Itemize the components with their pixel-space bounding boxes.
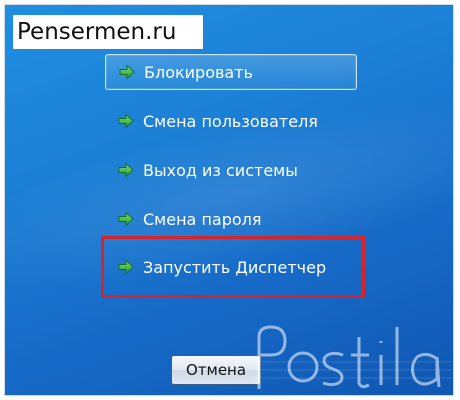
option-change-password-label: Смена пароля <box>143 209 262 229</box>
postila-watermark-logo <box>251 325 451 389</box>
green-arrow-icon <box>119 64 135 80</box>
option-change-password[interactable]: Смена пароля <box>105 201 357 237</box>
green-arrow-icon <box>118 162 134 178</box>
cancel-button[interactable]: Отмена <box>171 355 261 385</box>
green-arrow-icon <box>118 211 134 227</box>
green-arrow-icon <box>118 113 134 129</box>
option-log-off[interactable]: Выход из системы <box>105 152 357 188</box>
option-log-off-label: Выход из системы <box>143 160 298 180</box>
highlight-box <box>101 236 365 298</box>
option-switch-user-label: Смена пользователя <box>143 111 318 131</box>
option-switch-user[interactable]: Смена пользователя <box>105 103 357 139</box>
site-label: Pensermen.ru <box>13 15 203 49</box>
option-lock[interactable]: Блокировать <box>105 54 357 90</box>
security-options-screen: Pensermen.ru Блокировать Смена пользоват… <box>4 4 454 396</box>
option-lock-label: Блокировать <box>144 62 253 82</box>
